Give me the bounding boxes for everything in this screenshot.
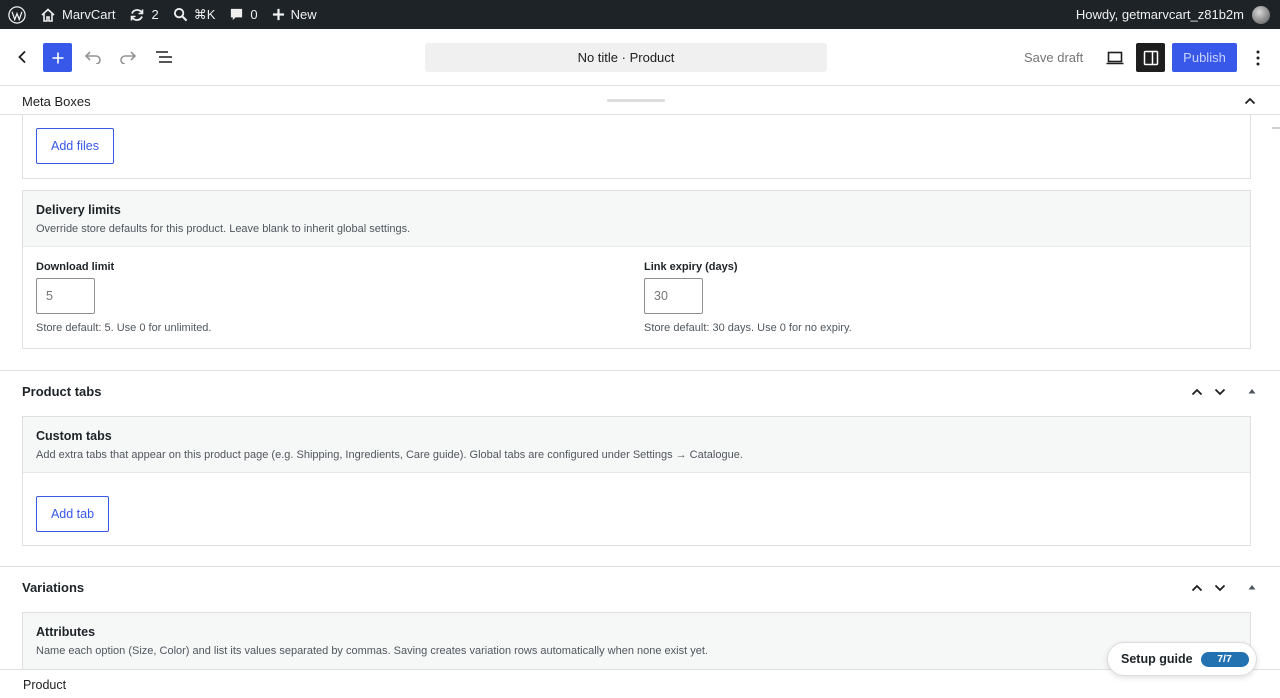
- triangle-up-icon: [1248, 389, 1256, 394]
- home-icon: [41, 7, 55, 22]
- setup-guide-button[interactable]: Setup guide 7/7: [1107, 642, 1257, 676]
- undo-button[interactable]: [81, 43, 105, 71]
- plus-icon: [272, 8, 284, 21]
- scrollbar[interactable]: [1272, 127, 1280, 129]
- publish-button[interactable]: Publish: [1172, 43, 1237, 72]
- meta-boxes-collapse-button[interactable]: [1240, 92, 1260, 110]
- back-button[interactable]: [10, 43, 34, 71]
- meta-boxes-title: Meta Boxes: [22, 94, 91, 109]
- downloadable-files-card: Add files: [22, 115, 1251, 179]
- chevron-down-icon: [1214, 584, 1226, 592]
- comments-link[interactable]: 0: [222, 0, 264, 29]
- site-name-link[interactable]: MarvCart: [33, 0, 122, 29]
- wordpress-logo-button[interactable]: [0, 0, 33, 29]
- attributes-card: Attributes Name each option (Size, Color…: [22, 612, 1251, 669]
- variations-toggle-button[interactable]: [1244, 579, 1260, 595]
- my-account-link[interactable]: Howdy, getmarvcart_z81b2m: [1069, 0, 1280, 29]
- search-icon: [173, 7, 188, 22]
- more-vertical-icon: [1256, 50, 1260, 65]
- editor-header: No title · Product Save draft Publish: [0, 29, 1280, 86]
- updates-link[interactable]: 2: [122, 0, 165, 29]
- variations-move-down-button[interactable]: [1212, 580, 1228, 596]
- breadcrumb[interactable]: Product: [23, 678, 66, 692]
- document-title: No title · Product: [577, 50, 675, 65]
- download-limit-label: Download limit: [36, 261, 115, 273]
- document-title-bar[interactable]: No title · Product: [425, 43, 827, 72]
- attributes-header: Attributes Name each option (Size, Color…: [23, 613, 1250, 669]
- add-tab-button[interactable]: Add tab: [36, 496, 109, 532]
- add-tab-label: Add tab: [50, 507, 95, 521]
- product-tabs-move-down-button[interactable]: [1212, 384, 1228, 400]
- chevron-up-icon: [1191, 584, 1203, 592]
- section-divider: [0, 566, 1280, 567]
- meta-boxes-content[interactable]: Add files Delivery limits Override store…: [0, 115, 1280, 669]
- plus-icon: [52, 52, 63, 63]
- section-divider: [0, 370, 1280, 371]
- delivery-limits-description: Override store defaults for this product…: [36, 223, 411, 235]
- add-files-button[interactable]: Add files: [36, 128, 114, 164]
- link-expiry-placeholder: 30: [654, 289, 668, 303]
- new-label: New: [290, 7, 317, 22]
- editor-footer: Product: [0, 669, 1280, 698]
- variations-title: Variations: [22, 580, 85, 595]
- save-draft-label: Save draft: [1024, 50, 1084, 65]
- triangle-up-icon: [1248, 585, 1256, 590]
- refresh-icon: [131, 8, 144, 21]
- admin-bar: MarvCart 2 ⌘K 0 New Howdy, getmarvcart_z…: [0, 0, 1280, 29]
- custom-tabs-title: Custom tabs: [36, 429, 112, 443]
- redo-icon: [120, 51, 137, 64]
- delivery-limits-title: Delivery limits: [36, 203, 121, 217]
- chevron-down-icon: [1214, 388, 1226, 396]
- options-menu-button[interactable]: [1248, 43, 1268, 72]
- download-limit-input[interactable]: 5: [36, 278, 95, 314]
- document-overview-button[interactable]: [152, 43, 176, 71]
- download-limit-placeholder: 5: [46, 289, 53, 303]
- attributes-description: Name each option (Size, Color) and list …: [36, 645, 708, 657]
- resize-handle[interactable]: [607, 99, 665, 102]
- publish-label: Publish: [1183, 50, 1226, 65]
- custom-tabs-card: Custom tabs Add extra tabs that appear o…: [22, 416, 1251, 546]
- chevron-up-icon: [1191, 388, 1203, 396]
- chevron-left-icon: [18, 50, 26, 64]
- undo-icon: [84, 51, 101, 64]
- preview-button[interactable]: [1101, 43, 1129, 72]
- delivery-limits-header: Delivery limits Override store defaults …: [23, 191, 1250, 247]
- setup-guide-label: Setup guide: [1121, 652, 1193, 666]
- settings-toggle-button[interactable]: [1136, 43, 1165, 72]
- new-content-link[interactable]: New: [265, 0, 324, 29]
- greeting: Howdy, getmarvcart_z81b2m: [1075, 7, 1244, 22]
- list-view-icon: [156, 51, 172, 63]
- custom-tabs-header: Custom tabs Add extra tabs that appear o…: [23, 417, 1250, 473]
- comments-count: 0: [250, 7, 258, 22]
- link-expiry-input[interactable]: 30: [644, 278, 703, 314]
- wordpress-icon: [8, 5, 26, 24]
- chevron-up-icon: [1244, 97, 1256, 105]
- sidebar-icon: [1143, 50, 1158, 65]
- block-inserter-button[interactable]: [43, 43, 72, 72]
- search-shortcut: ⌘K: [193, 6, 216, 22]
- avatar: [1252, 5, 1270, 24]
- custom-tabs-description: Add extra tabs that appear on this produ…: [36, 449, 743, 461]
- product-tabs-title: Product tabs: [22, 384, 102, 399]
- link-expiry-label: Link expiry (days): [644, 261, 738, 273]
- site-name: MarvCart: [62, 7, 116, 22]
- updates-count: 2: [151, 7, 159, 22]
- redo-button[interactable]: [116, 43, 140, 71]
- meta-boxes-header[interactable]: Meta Boxes: [0, 86, 1280, 115]
- setup-guide-progress-badge: 7/7: [1200, 651, 1249, 667]
- variations-move-up-button[interactable]: [1189, 580, 1205, 596]
- download-limit-help: Store default: 5. Use 0 for unlimited.: [36, 322, 212, 334]
- link-expiry-help: Store default: 30 days. Use 0 for no exp…: [644, 322, 852, 334]
- product-tabs-toggle-button[interactable]: [1244, 383, 1260, 399]
- command-search-button[interactable]: ⌘K: [166, 0, 223, 29]
- attributes-title: Attributes: [36, 625, 96, 639]
- desktop-icon: [1106, 51, 1124, 64]
- delivery-limits-card: Delivery limits Override store defaults …: [22, 190, 1251, 349]
- comment-icon: [231, 8, 243, 21]
- save-draft-button[interactable]: Save draft: [1016, 43, 1091, 72]
- product-tabs-move-up-button[interactable]: [1189, 384, 1205, 400]
- add-files-label: Add files: [51, 139, 99, 153]
